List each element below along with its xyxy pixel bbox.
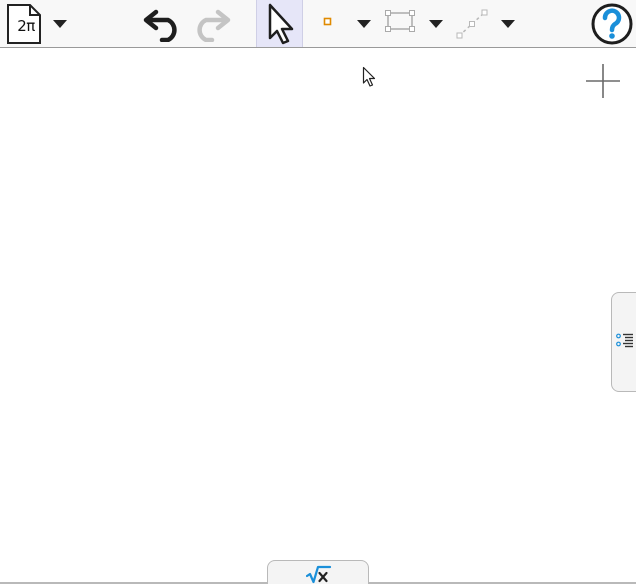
line-icon[interactable]	[455, 8, 489, 40]
chevron-down-icon[interactable]	[356, 19, 372, 29]
plus-icon[interactable]	[584, 62, 622, 100]
geometry-app: 2π	[0, 0, 636, 584]
chevron-down-icon[interactable]	[52, 19, 68, 29]
point-icon[interactable]	[323, 17, 333, 27]
undo-arrow-icon[interactable]	[142, 4, 184, 42]
mouse-pointer-icon	[362, 66, 376, 87]
algebra-panel-toggle[interactable]	[611, 292, 636, 392]
toolbar: 2π	[0, 0, 636, 48]
chevron-down-icon[interactable]	[428, 19, 444, 29]
graphics-canvas[interactable]	[0, 48, 636, 584]
arrow-pointer-icon	[268, 3, 294, 45]
document-label: 2π	[17, 17, 35, 35]
square-root-x-icon	[306, 565, 332, 584]
segment-icon[interactable]	[384, 8, 416, 36]
algebra-list-icon	[616, 333, 633, 348]
chevron-down-icon[interactable]	[500, 19, 516, 29]
question-mark-icon[interactable]	[590, 2, 634, 46]
document-menu-button[interactable]: 2π	[4, 2, 44, 46]
keyboard-toggle-tab[interactable]	[267, 560, 369, 584]
redo-arrow-icon[interactable]	[190, 4, 232, 42]
move-tool-button[interactable]	[256, 0, 303, 47]
